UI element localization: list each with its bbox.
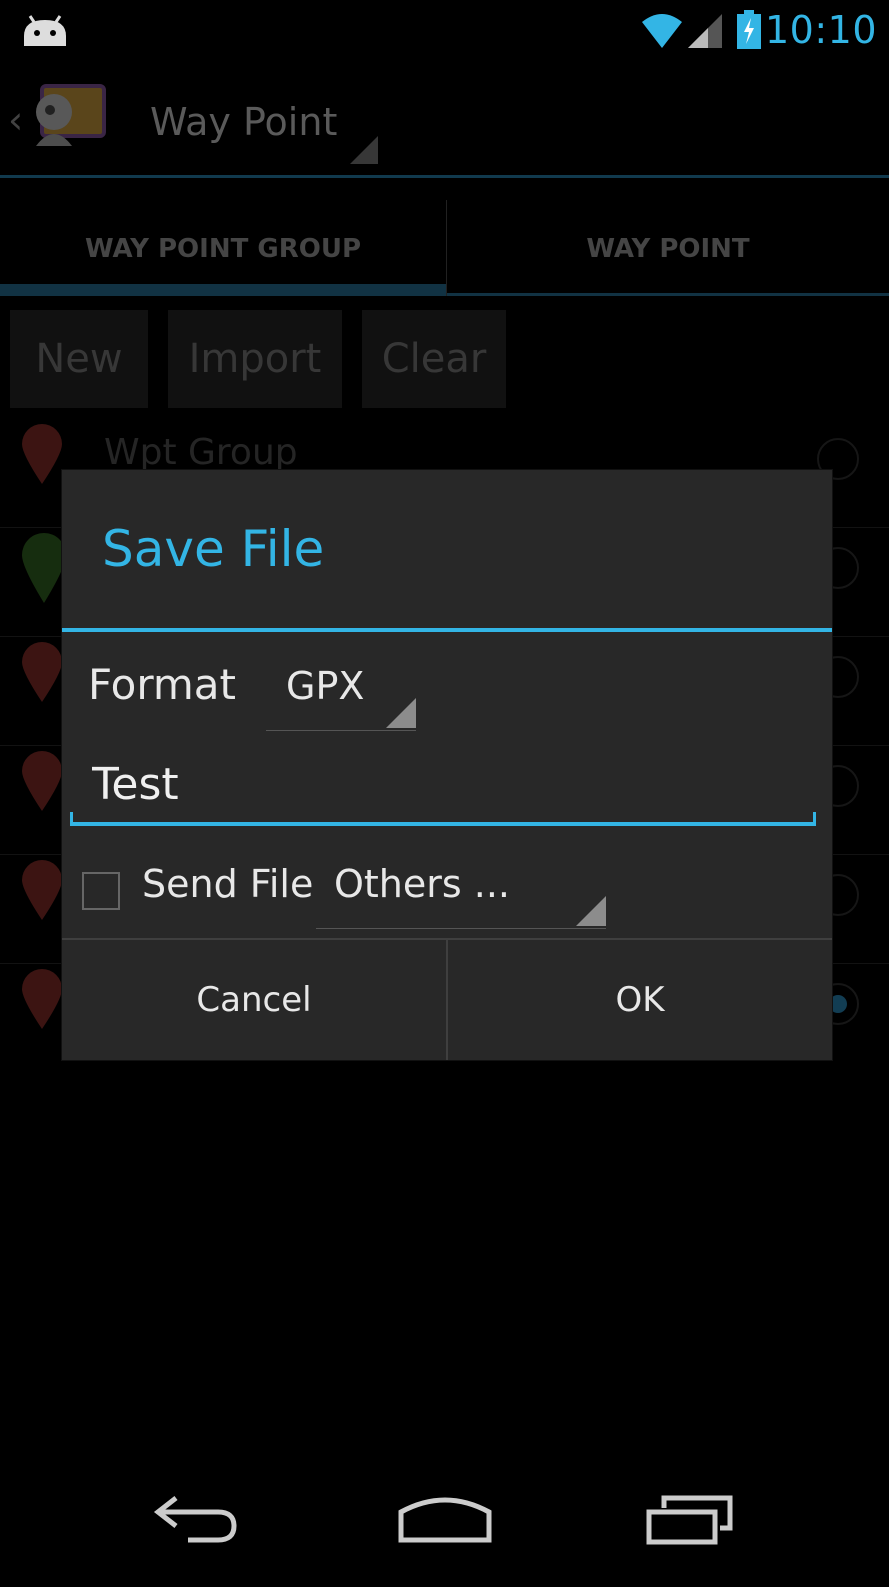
recent-apps-icon[interactable] xyxy=(646,1490,736,1554)
navigation-bar xyxy=(0,1482,889,1587)
cancel-button[interactable]: Cancel xyxy=(62,940,446,1060)
send-file-checkbox[interactable] xyxy=(82,872,120,910)
dialog-title-divider xyxy=(62,628,832,632)
home-icon[interactable] xyxy=(398,1490,492,1554)
battery-charging-icon xyxy=(736,10,762,54)
dialog-title: Save File xyxy=(102,520,325,578)
signal-icon xyxy=(686,10,724,54)
input-edge-right xyxy=(813,812,816,826)
back-icon[interactable] xyxy=(152,1490,242,1554)
dropdown-triangle-icon xyxy=(576,896,606,926)
wifi-icon xyxy=(640,10,684,54)
input-edge-left xyxy=(70,812,73,826)
ok-button[interactable]: OK xyxy=(448,940,832,1060)
save-file-dialog: Save File Format GPX Send File Others ..… xyxy=(62,470,832,1060)
format-label: Format xyxy=(88,660,237,709)
send-target-spinner[interactable]: Others ... xyxy=(316,846,606,929)
status-time: 10:10 xyxy=(764,8,877,52)
filename-input[interactable] xyxy=(70,746,816,826)
android-debug-icon xyxy=(22,14,68,52)
format-value: GPX xyxy=(286,664,365,708)
status-bar: 10:10 xyxy=(0,0,889,62)
format-spinner[interactable]: GPX xyxy=(266,650,416,731)
dropdown-triangle-icon xyxy=(386,698,416,728)
send-target-value: Others ... xyxy=(334,862,511,906)
send-file-label[interactable]: Send File xyxy=(142,862,313,906)
